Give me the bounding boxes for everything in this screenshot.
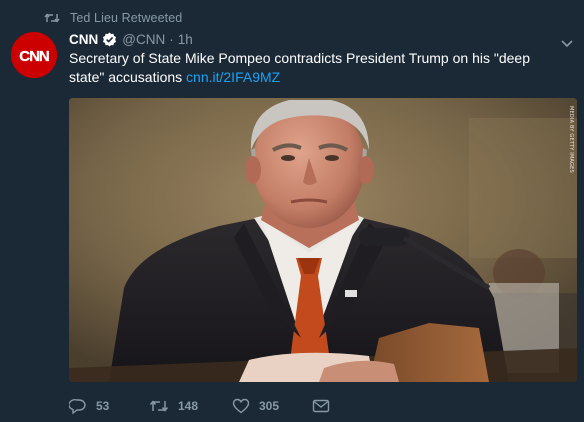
retweet-action-icon — [149, 399, 169, 413]
header-separator: · — [169, 31, 174, 47]
retweet-count: 148 — [178, 399, 199, 413]
tweet-photo[interactable]: MEDIA BY GETTY IMAGES — [69, 98, 577, 382]
tweet-body: Secretary of State Mike Pompeo contradic… — [69, 50, 530, 85]
verified-badge-icon — [102, 32, 117, 47]
reply-count: 53 — [96, 399, 110, 413]
avatar[interactable]: CNN — [11, 32, 57, 78]
author-handle[interactable]: @CNN — [122, 32, 165, 47]
tweet-card[interactable]: Ted Lieu Retweeted CNN CNN @CNN · 1h Sec… — [0, 0, 584, 422]
tweet-timestamp[interactable]: 1h — [178, 32, 193, 47]
reply-button[interactable]: 53 — [69, 398, 149, 414]
like-count: 305 — [259, 399, 280, 413]
avatar-logo-text: CNN — [19, 48, 49, 65]
action-bar: 53 148 305 — [69, 396, 330, 416]
direct-message-button[interactable] — [312, 399, 330, 413]
tweet-header: CNN @CNN · 1h — [69, 30, 193, 48]
retweet-button[interactable]: 148 — [149, 399, 232, 413]
retweet-context-label[interactable]: Ted Lieu Retweeted — [70, 11, 182, 25]
like-button[interactable]: 305 — [232, 398, 312, 414]
photo-credit: MEDIA BY GETTY IMAGES — [568, 106, 574, 173]
chevron-down-icon[interactable] — [560, 35, 574, 48]
tweet-link[interactable]: cnn.it/2IFA9MZ — [186, 69, 280, 85]
author-name[interactable]: CNN — [69, 32, 98, 47]
reply-icon — [69, 398, 87, 414]
retweet-context: Ted Lieu Retweeted — [44, 10, 182, 26]
envelope-icon — [312, 399, 330, 413]
retweet-icon — [44, 12, 60, 24]
heart-icon — [232, 398, 250, 414]
tweet-text: Secretary of State Mike Pompeo contradic… — [69, 49, 569, 87]
